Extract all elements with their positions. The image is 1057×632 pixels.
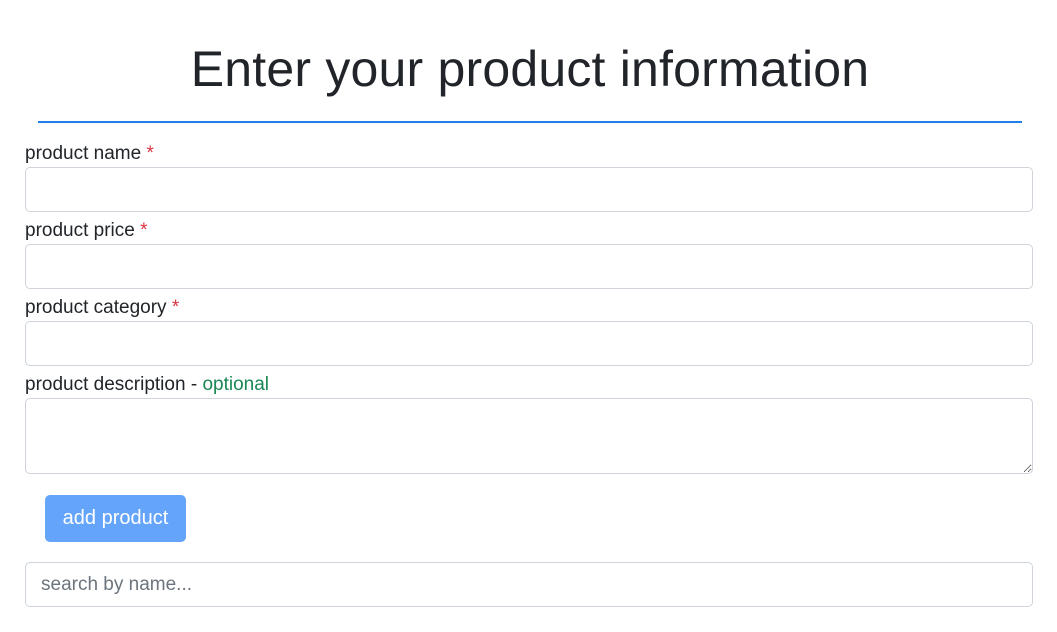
product-name-label: product name * (25, 142, 154, 166)
product-price-label-text: product price (25, 220, 135, 241)
product-price-input[interactable] (25, 244, 1033, 289)
product-name-input[interactable] (25, 167, 1033, 212)
product-description-label: product description - optional (25, 373, 269, 397)
optional-marker: optional (202, 374, 269, 395)
product-category-label-text: product category (25, 297, 167, 318)
add-product-button[interactable]: add product (45, 495, 186, 542)
product-description-textarea[interactable] (25, 398, 1033, 474)
required-marker: * (146, 143, 154, 164)
product-category-input[interactable] (25, 321, 1033, 366)
product-name-label-text: product name (25, 143, 142, 164)
search-input[interactable] (25, 562, 1033, 607)
product-form-page: Enter your product information product n… (0, 0, 1057, 632)
product-category-label: product category * (25, 296, 179, 320)
title-divider (38, 121, 1022, 123)
page-title: Enter your product information (190, 41, 870, 97)
required-marker: * (140, 220, 148, 241)
product-price-label: product price * (25, 219, 148, 243)
label-separator: - (190, 374, 198, 395)
required-marker: * (171, 297, 180, 318)
product-description-label-text: product description (25, 374, 186, 395)
